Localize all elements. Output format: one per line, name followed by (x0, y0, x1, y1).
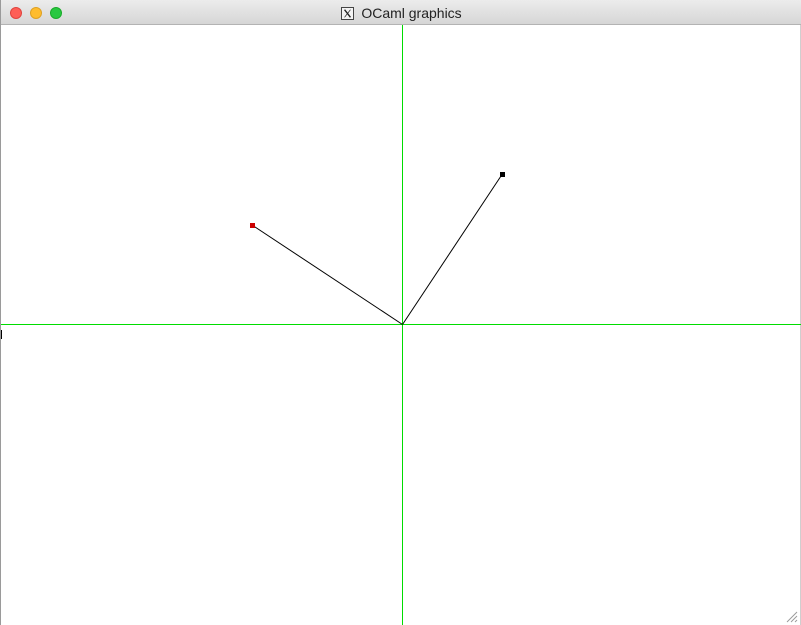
black-point (500, 172, 505, 177)
segment-to-black-point (402, 174, 503, 325)
graphics-canvas[interactable] (1, 25, 801, 625)
segment-to-red-point (251, 224, 403, 325)
resize-grip-icon[interactable] (786, 611, 798, 623)
window-title-group: OCaml graphics (1, 4, 801, 22)
ocaml-graphics-window: OCaml graphics (0, 0, 801, 625)
title-bar[interactable]: OCaml graphics (1, 0, 801, 25)
red-point (250, 223, 255, 228)
x11-icon (341, 6, 355, 20)
window-title: OCaml graphics (361, 5, 462, 21)
